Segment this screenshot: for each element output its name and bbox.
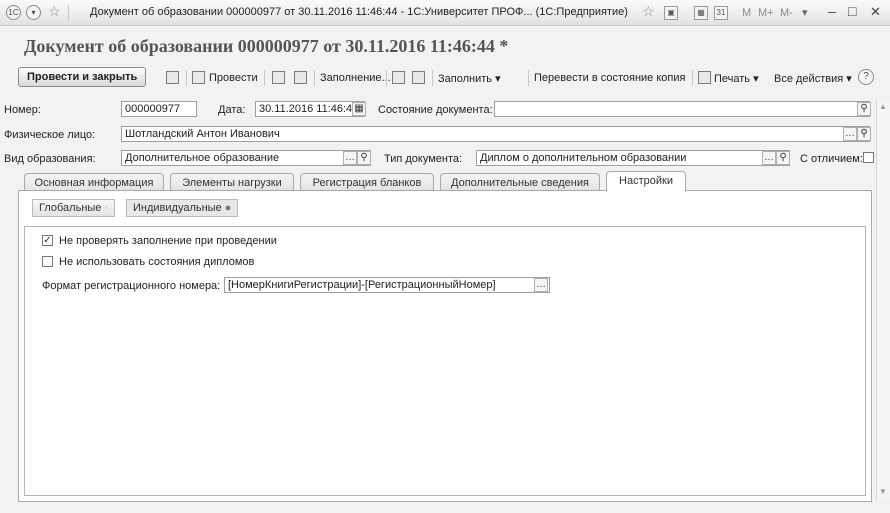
memory-m-button[interactable]: M [742,7,751,19]
calculator-icon[interactable]: ▦ [694,6,708,20]
radio-dot-icon: ● [224,202,232,214]
toolbar-separator [264,70,265,86]
chevron-down-icon: ▾ [495,73,501,85]
page-title: Документ об образовании 000000977 от 30.… [24,36,509,56]
fill-dropdown-button[interactable]: Заполнить ▾ [438,72,501,85]
toolbar-separator [692,70,693,86]
toolbar-separator [386,70,387,86]
maximize-button[interactable]: □ [848,3,856,19]
no-states-checkbox[interactable] [42,256,53,267]
search-icon[interactable]: ⚲ [776,151,790,165]
reg-format-field[interactable]: [НомерКнигиРегистрации]-[Регистрационный… [224,277,550,293]
number-label: Номер: [4,104,41,116]
honors-label: С отличием: [800,153,863,165]
search-icon[interactable]: ⚲ [857,102,871,116]
scroll-up-arrow-icon[interactable]: ▲ [879,102,887,111]
help-button[interactable]: ? [858,69,874,85]
toolbar-separator [528,70,529,86]
printer-icon [698,71,711,84]
fill-label: Заполнить [438,73,493,85]
toolbar-separator [314,70,315,86]
document-state-label: Состояние документа: [378,104,493,116]
subtab-individual-label: Индивидуальные [133,202,222,214]
window-title: Документ об образовании 000000977 от 30.… [90,6,628,18]
select-ellipsis-button[interactable]: … [843,127,857,141]
date-field[interactable]: 30.11.2016 11:46:44 [255,101,365,117]
no-check-label: Не проверять заполнение при проведении [59,235,277,247]
date-label: Дата: [218,104,246,116]
calendar-icon[interactable]: 31 [714,6,728,20]
app-logo-icon[interactable]: 1C [6,5,21,20]
save-icon[interactable] [166,71,179,84]
no-check-checkbox[interactable]: ✓ [42,235,53,246]
radio-dot-icon: ◦ [104,202,109,214]
select-ellipsis-button[interactable]: … [762,151,776,165]
to-copy-state-button[interactable]: Перевести в состояние копия [534,72,685,84]
document-state-field[interactable] [494,101,870,117]
subtab-global-label: Глобальные [39,202,102,214]
post-icon[interactable] [192,71,205,84]
tab-settings[interactable]: Настройки [606,171,686,192]
print-button[interactable]: Печать ▾ [714,72,759,85]
memory-minus-button[interactable]: M- [780,7,793,19]
vertical-scrollbar[interactable] [876,100,890,500]
select-ellipsis-button[interactable]: … [343,151,357,165]
titlebar-separator [68,5,69,21]
filling-button[interactable]: Заполнение... [320,72,391,84]
select-ellipsis-button[interactable]: … [534,278,548,292]
document-type-label: Тип документа: [384,153,463,165]
structure-icon[interactable] [272,71,285,84]
search-icon[interactable]: ⚲ [857,127,871,141]
all-actions-label: Все действия [774,73,844,85]
number-field[interactable]: 000000977 [121,101,197,117]
toolbar-separator [432,70,433,86]
scroll-down-arrow-icon[interactable]: ▼ [879,487,887,496]
reg-format-label: Формат регистрационного номера: [42,280,221,292]
minimize-button[interactable]: – [828,3,836,19]
close-button[interactable]: ✕ [870,4,881,20]
print-label: Печать [714,73,751,85]
post-button[interactable]: Провести [209,72,258,84]
person-label: Физическое лицо: [4,129,96,141]
education-kind-field[interactable]: Дополнительное образование [121,150,371,166]
toolbar-separator [186,70,187,86]
no-states-label: Не использовать состояния дипломов [59,256,255,268]
subtab-individual[interactable]: Индивидуальные ● [126,199,239,217]
education-kind-label: Вид образования: [4,153,96,165]
copy-icon[interactable] [392,71,405,84]
link-icon[interactable]: ▣ [664,6,678,20]
list-icon[interactable] [294,71,307,84]
add-favorite-icon[interactable]: ☆ [642,3,655,20]
favorite-star-icon[interactable]: ☆ [48,3,61,20]
menu-dropdown-icon[interactable]: ▾ [26,5,41,20]
subtab-global[interactable]: Глобальные ◦ [32,199,116,217]
search-icon[interactable]: ⚲ [357,151,371,165]
post-and-close-button[interactable]: Провести и закрыть [18,67,147,87]
print-preview-icon[interactable] [412,71,425,84]
document-type-field[interactable]: Диплом о дополнительном образовании [476,150,790,166]
memory-plus-button[interactable]: M+ [758,7,774,19]
calendar-picker-icon[interactable]: ▦ [352,102,366,116]
window-menu-chevron-icon[interactable]: ▾ [802,6,808,19]
honors-checkbox[interactable] [863,152,874,163]
chevron-down-icon: ▾ [846,73,852,85]
person-field[interactable]: Шотландский Антон Иванович [121,126,870,142]
chevron-down-icon: ▾ [753,73,759,85]
all-actions-button[interactable]: Все действия ▾ [774,72,852,85]
